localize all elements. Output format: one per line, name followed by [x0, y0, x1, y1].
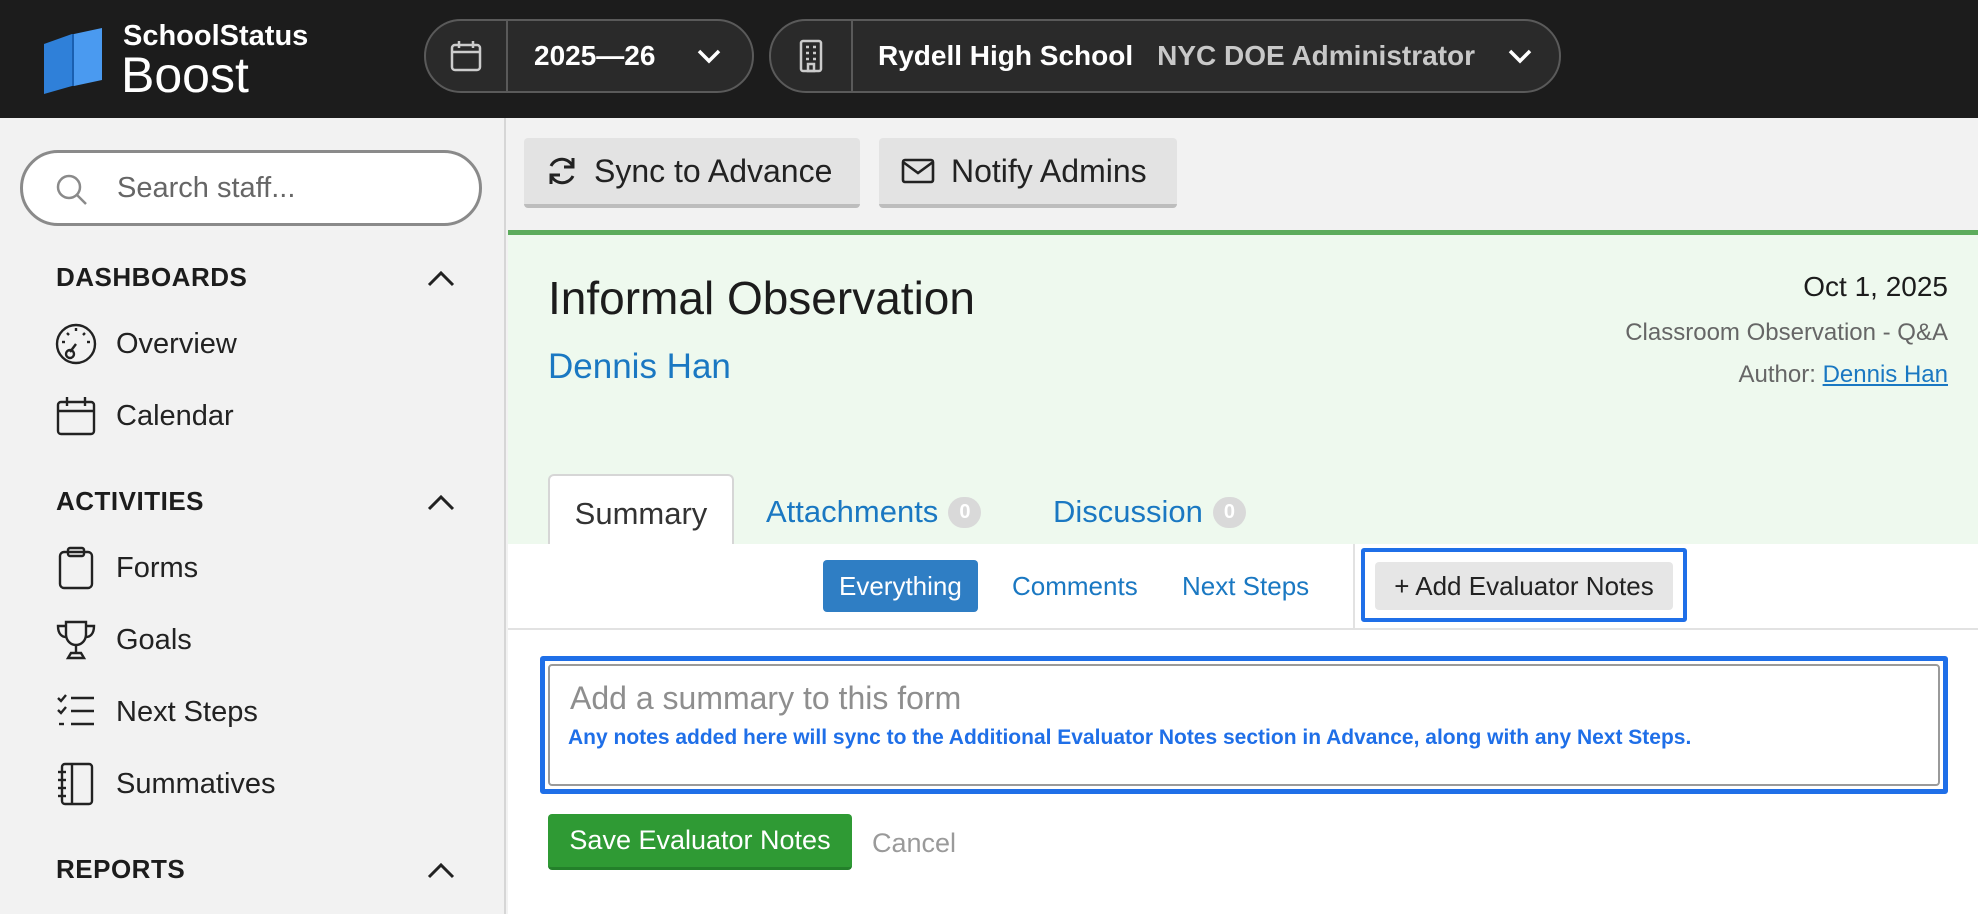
clipboard-icon [52, 544, 100, 592]
sidebar: DASHBOARDS Overview Calendar ACTIVITIES … [0, 118, 506, 914]
sync-to-advance-button[interactable]: Sync to Advance [524, 138, 860, 208]
staff-name-link[interactable]: Dennis Han [548, 347, 731, 387]
sidebar-item-label: Goals [116, 623, 192, 656]
highlight-box: Add a summary to this form Any notes add… [540, 656, 1948, 794]
search-input[interactable] [117, 153, 457, 223]
trophy-icon [52, 616, 100, 664]
chevron-up-icon[interactable] [426, 860, 456, 880]
form-title: Informal Observation [548, 272, 975, 324]
author-label: Author: [1738, 361, 1816, 388]
tab-attachments[interactable]: Attachments 0 [766, 474, 982, 550]
summary-hint: Any notes added here will sync to the Ad… [568, 726, 1692, 749]
boost-logo-icon [44, 28, 102, 94]
checklist-icon [52, 688, 100, 736]
sidebar-item-label: Next Steps [116, 695, 258, 728]
filter-comments[interactable]: Comments [996, 560, 1154, 612]
author-link[interactable]: Dennis Han [1823, 361, 1948, 388]
notify-label: Notify Admins [951, 152, 1147, 189]
highlight-box: + Add Evaluator Notes [1361, 548, 1687, 622]
year-selector[interactable]: 2025—26 [424, 19, 754, 93]
sidebar-item-label: Calendar [116, 399, 234, 432]
sidebar-item-summatives[interactable]: Summatives [52, 754, 472, 814]
user-role: NYC DOE Administrator [1157, 40, 1476, 71]
calendar-icon [52, 392, 100, 440]
calendar-icon [426, 21, 508, 91]
section-activities-title: ACTIVITIES [56, 486, 205, 516]
sidebar-item-label: Forms [116, 551, 199, 584]
year-selector-label: 2025—26 [534, 40, 656, 71]
tab-label: Discussion [1053, 494, 1203, 529]
brand-product: Boost [121, 47, 249, 103]
add-evaluator-notes-button[interactable]: + Add Evaluator Notes [1375, 562, 1673, 610]
form-author: Author: Dennis Han [1739, 361, 1948, 389]
notebook-icon [52, 760, 100, 808]
sidebar-item-goals[interactable]: Goals [52, 610, 472, 670]
main-content: Sync to Advance Notify Admins Informal O… [508, 118, 1978, 914]
sync-icon [546, 155, 578, 187]
tab-summary[interactable]: Summary [548, 474, 734, 552]
chevron-down-icon [696, 21, 722, 91]
sidebar-item-next-steps[interactable]: Next Steps [52, 682, 472, 742]
cancel-link[interactable]: Cancel [872, 828, 956, 859]
form-header: Informal Observation Dennis Han Oct 1, 2… [508, 230, 1978, 552]
sidebar-item-calendar[interactable]: Calendar [52, 386, 472, 446]
speedometer-icon [52, 320, 100, 368]
sidebar-item-label: Overview [116, 327, 237, 360]
summary-input[interactable]: Add a summary to this form Any notes add… [548, 664, 1940, 786]
notify-admins-button[interactable]: Notify Admins [879, 138, 1177, 208]
count-badge: 0 [1212, 496, 1247, 528]
search-icon [56, 174, 87, 205]
filter-next-steps[interactable]: Next Steps [1166, 560, 1325, 612]
sidebar-item-label: Summatives [116, 767, 276, 800]
save-evaluator-notes-button[interactable]: Save Evaluator Notes [548, 814, 852, 870]
tab-discussion[interactable]: Discussion 0 [1053, 474, 1247, 550]
top-bar: SchoolStatus Boost 2025—26 Rydell High S… [0, 0, 1978, 118]
tab-label: Attachments [766, 494, 939, 529]
search-box[interactable] [20, 150, 482, 226]
school-name: Rydell High School [878, 40, 1134, 71]
sidebar-item-overview[interactable]: Overview [52, 314, 472, 374]
tab-label: Summary [574, 496, 708, 531]
chevron-down-icon [1507, 21, 1533, 91]
filter-bar: Everything Comments Next Steps + Add Eva… [508, 544, 1978, 630]
building-icon [771, 21, 853, 91]
chevron-up-icon[interactable] [426, 492, 456, 512]
filter-everything[interactable]: Everything [823, 560, 978, 612]
chevron-up-icon[interactable] [426, 268, 456, 288]
sync-label: Sync to Advance [594, 152, 833, 189]
divider [1353, 544, 1355, 630]
section-reports-title: REPORTS [56, 854, 186, 884]
envelope-icon [901, 158, 935, 184]
sidebar-item-forms[interactable]: Forms [52, 538, 472, 598]
summary-placeholder: Add a summary to this form [570, 680, 962, 716]
summary-tab-panel: Everything Comments Next Steps + Add Eva… [508, 544, 1978, 914]
count-badge: 0 [948, 496, 982, 528]
section-dashboards-title: DASHBOARDS [56, 262, 248, 292]
school-selector[interactable]: Rydell High School NYC DOE Administrator [769, 19, 1561, 93]
form-type: Classroom Observation - Q&A [1625, 319, 1948, 346]
form-date: Oct 1, 2025 [1803, 271, 1948, 302]
